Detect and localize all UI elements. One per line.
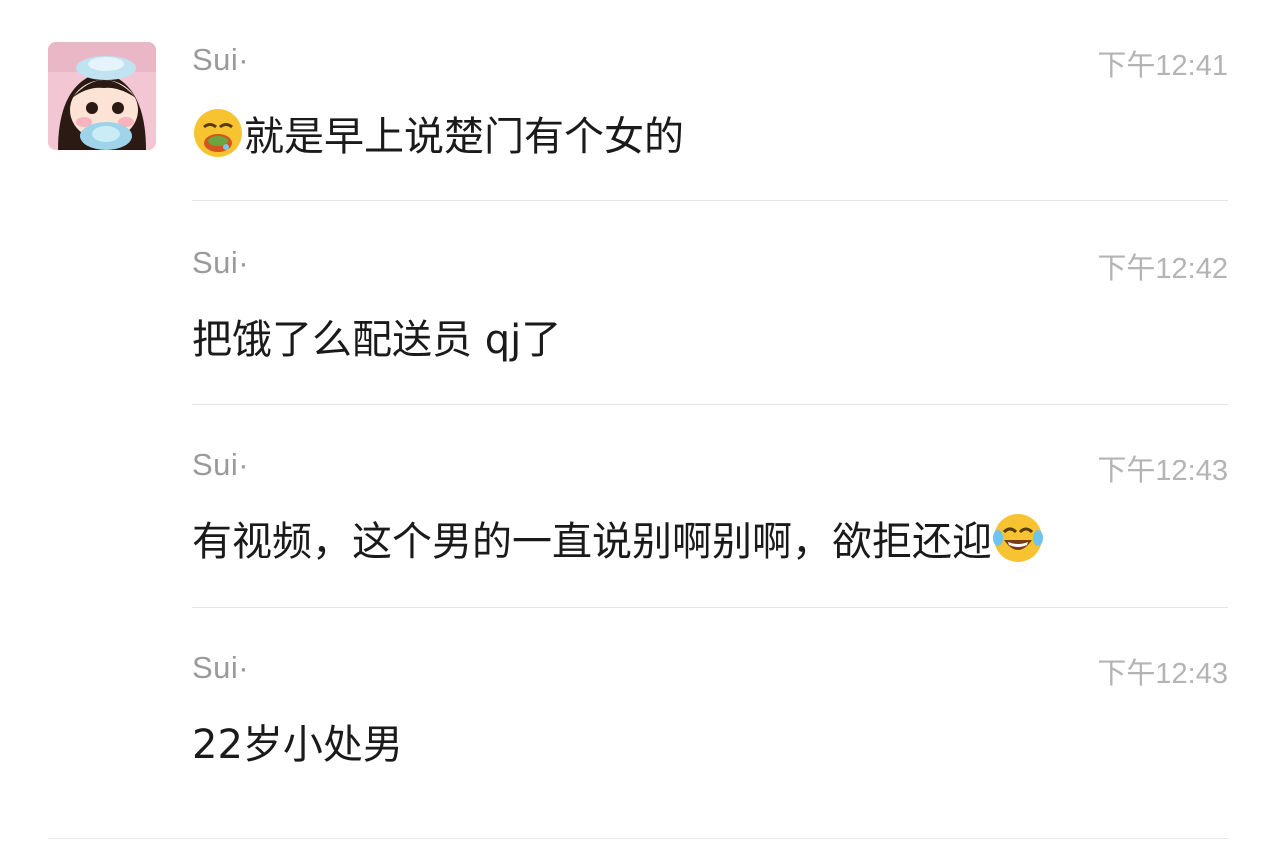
divider: [48, 838, 1228, 839]
message-time: 下午12:41: [1097, 50, 1228, 82]
message-item[interactable]: Sui· 下午12:42 把饿了么配送员 qj了: [192, 245, 1228, 365]
avatar[interactable]: [48, 42, 156, 150]
sender-name[interactable]: Sui·: [192, 650, 249, 686]
divider: [192, 404, 1228, 405]
cartoon-girl-avatar-icon: [48, 42, 156, 150]
message-item[interactable]: Sui· 下午12:41 就是早上说楚门有个女的: [192, 42, 1228, 162]
message-time: 下午12:43: [1097, 455, 1228, 487]
message-time: 下午12:43: [1097, 658, 1228, 690]
message-text-row: 就是早上说楚门有个女的: [192, 104, 684, 162]
sender-name[interactable]: Sui·: [192, 447, 249, 483]
sender-name[interactable]: Sui·: [192, 245, 249, 281]
sender-name[interactable]: Sui·: [192, 42, 249, 78]
message-text: 把饿了么配送员 qj了: [192, 317, 562, 363]
message-time: 下午12:42: [1097, 253, 1228, 285]
divider: [192, 200, 1228, 201]
message-text-row: 有视频，这个男的一直说别啊别啊，欲拒还迎: [192, 509, 1044, 567]
message-item[interactable]: Sui· 下午12:43 有视频，这个男的一直说别啊别啊，欲拒还迎: [192, 447, 1228, 567]
message-text-row: 22岁小处男: [192, 712, 403, 770]
message-text-row: 把饿了么配送员 qj了: [192, 307, 561, 365]
message-text: 22岁小处男: [192, 722, 403, 768]
message-item[interactable]: Sui· 下午12:43 22岁小处男: [192, 650, 1228, 770]
message-text: 有视频，这个男的一直说别啊别啊，欲拒还迎: [192, 519, 992, 565]
message-text: 就是早上说楚门有个女的: [244, 114, 684, 160]
drooling-face-emoji-icon: [194, 109, 242, 157]
tears-of-joy-emoji-icon: [993, 514, 1043, 562]
divider: [192, 607, 1228, 608]
